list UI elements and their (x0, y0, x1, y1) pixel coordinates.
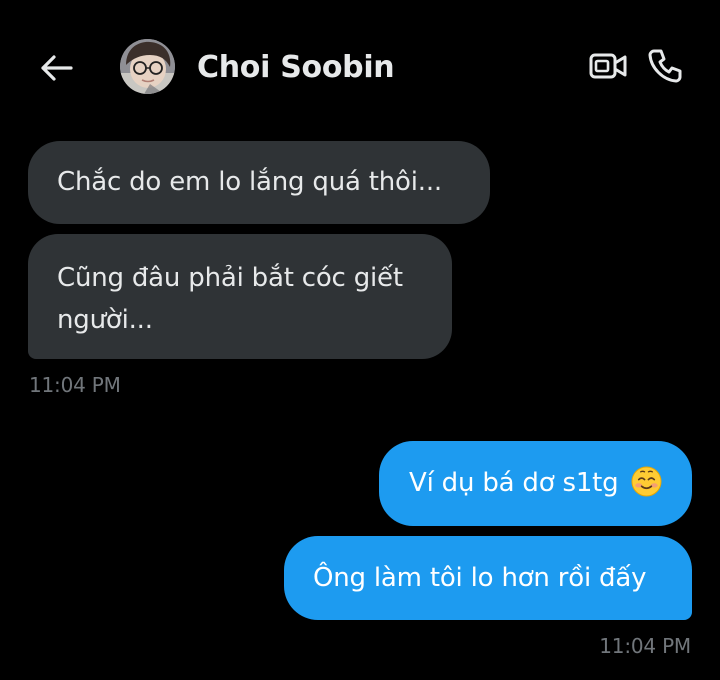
back-button[interactable] (36, 48, 76, 88)
message-bubble-outgoing[interactable]: Ông làm tôi lo hơn rồi đấy (284, 536, 692, 620)
message-timestamp: 11:04 PM (599, 634, 691, 658)
message-bubble-incoming[interactable]: Cũng đâu phải bắt cóc giết người... (28, 234, 452, 359)
profile-photo (120, 39, 175, 94)
video-camera-icon (589, 53, 627, 79)
message-text: Chắc do em lo lắng quá thôi... (57, 167, 442, 197)
arrow-left-icon (41, 55, 73, 81)
phone-icon (648, 49, 682, 83)
message-text: Ví dụ bá dơ s1tg (409, 468, 619, 498)
message-bubble-incoming[interactable]: Chắc do em lo lắng quá thôi... (28, 141, 490, 224)
voice-call-button[interactable] (644, 46, 686, 86)
chat-header: Choi Soobin (0, 0, 720, 135)
message-text: Ông làm tôi lo hơn rồi đấy (313, 563, 647, 593)
message-timestamp: 11:04 PM (29, 373, 121, 397)
contact-name[interactable]: Choi Soobin (197, 48, 395, 88)
avatar[interactable] (120, 39, 175, 94)
video-call-button[interactable] (586, 46, 630, 86)
message-bubble-outgoing[interactable]: Ví dụ bá dơ s1tg (379, 441, 692, 526)
message-text: Cũng đâu phải bắt cóc giết người... (57, 263, 403, 335)
smiling-face-with-blush-icon (631, 466, 662, 497)
